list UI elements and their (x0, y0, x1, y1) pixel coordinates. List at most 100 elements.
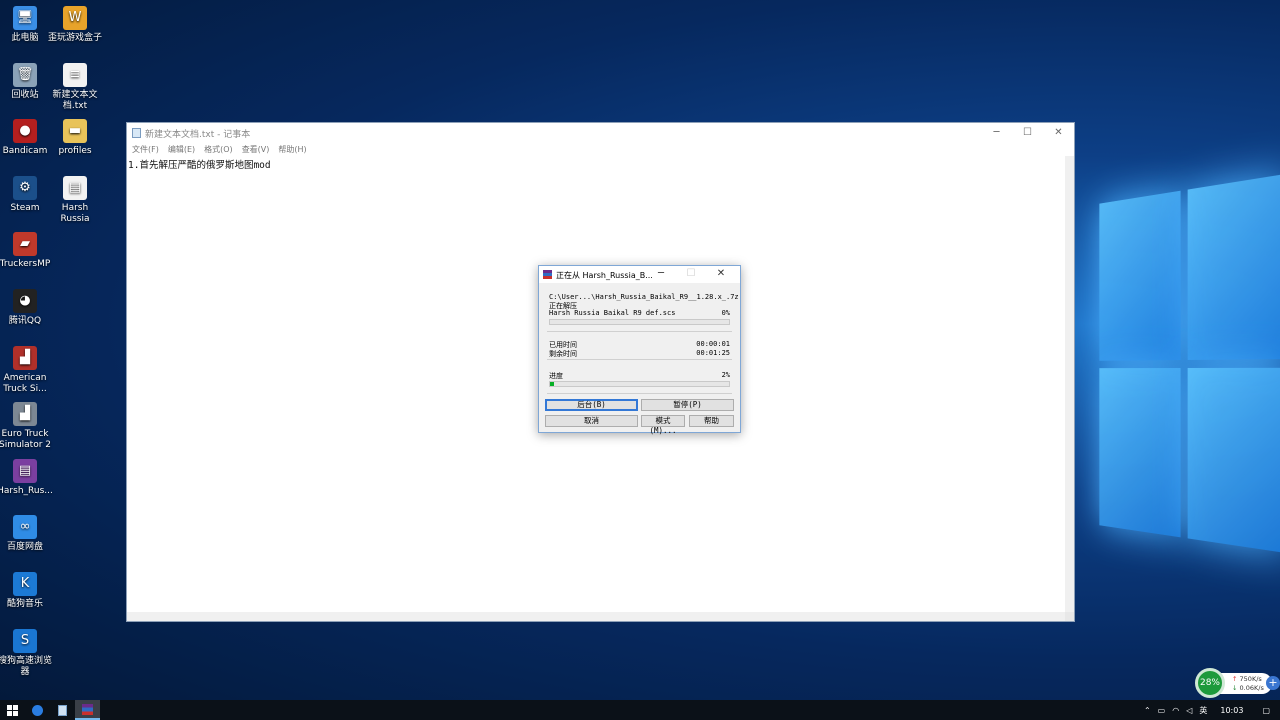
notification-icon[interactable]: ▢ (1262, 706, 1270, 715)
desktop-icon-label: Harsh Russia (60, 202, 90, 224)
desktop-icon-label: profiles (58, 146, 92, 157)
desktop-icon[interactable]: ∞ 百度网盘 (0, 515, 53, 553)
ime-indicator[interactable]: 英 (1199, 705, 1207, 716)
minimize-button[interactable]: ─ (981, 123, 1012, 142)
app-icon: ▤ (13, 458, 37, 483)
mode-button[interactable]: 模式(M)... (641, 415, 685, 435)
progress-percent: 2% (721, 371, 730, 379)
windows-start-icon (7, 704, 18, 716)
menu-edit[interactable]: 编辑(E) (168, 143, 195, 157)
winrar-icon (543, 270, 552, 279)
desktop-icon[interactable]: W 歪玩游戏盒子 (47, 6, 103, 44)
notepad-menubar: 文件(F) 编辑(E) 格式(O) 查看(V) 帮助(H) (127, 143, 1074, 157)
app-icon: ▤ (63, 175, 87, 200)
desktop-icon-label: Harsh_Rus... (0, 485, 53, 496)
menu-view[interactable]: 查看(V) (242, 143, 270, 157)
desktop-icon[interactable]: ▰ TruckersMP (0, 232, 53, 270)
desktop-icon-label: 搜狗高速浏览器 (0, 655, 52, 677)
app-icon: ▰ (13, 232, 37, 257)
notepad-titlebar[interactable]: 新建文本文档.txt - 记事本 ─ ☐ ✕ (127, 123, 1074, 142)
desktop-icon[interactable]: ▤ Harsh Russia (47, 175, 103, 225)
notepad-icon (132, 128, 141, 138)
desktop-icon-label: 歪玩游戏盒子 (47, 33, 102, 43)
dialog-maximize-button: ☐ (686, 268, 696, 279)
taskbar-browser-icon[interactable] (25, 700, 50, 720)
dialog-titlebar[interactable]: 正在从 Harsh_Russia_B... ─ ☐ ✕ (539, 266, 740, 283)
desktop-icon[interactable]: ● Bandicam (0, 119, 53, 157)
desktop-icon[interactable]: K 酷狗音乐 (0, 572, 53, 610)
tray-chevron-up-icon[interactable]: ⌃ (1144, 706, 1151, 715)
memory-percent-badge[interactable]: 28% (1195, 668, 1225, 698)
desktop-icon[interactable]: ▟ American Truck Si... (0, 345, 53, 395)
desktop-icon-label: TruckersMP (0, 259, 51, 270)
menu-file[interactable]: 文件(F) (132, 143, 159, 157)
cancel-button[interactable]: 取消 (545, 415, 638, 427)
tray-wifi-icon[interactable]: ◠ (1172, 706, 1179, 715)
desktop-icon[interactable]: ▤ Harsh_Rus... (0, 458, 53, 497)
desktop-icon-label: Steam (10, 202, 40, 213)
remaining-value: 00:01:25 (696, 349, 730, 357)
taskbar: ⌃ ▭ ◠ ◁ 英 10:03 ▢ (0, 700, 1280, 720)
divider (547, 359, 732, 360)
app-icon: W (63, 6, 87, 30)
vertical-scrollbar[interactable] (1065, 156, 1074, 612)
app-icon: ▬ (63, 119, 87, 144)
desktop-icon-label: 酷狗音乐 (6, 599, 43, 609)
close-button[interactable]: ✕ (1043, 123, 1074, 142)
pause-button[interactable]: 暂停(P) (641, 399, 734, 411)
speed-panel: ↑ 750K/s ↓ 0.06K/s (1220, 673, 1272, 694)
menu-format[interactable]: 格式(O) (204, 143, 233, 157)
help-button[interactable]: 帮助 (689, 415, 734, 427)
network-speed-widget[interactable]: ↑ 750K/s ↓ 0.06K/s 28% + (1195, 668, 1280, 698)
progress-label: 进度 (549, 372, 563, 380)
desktop-icon[interactable]: ⚙ Steam (0, 175, 53, 214)
desktop-icon[interactable]: ◕ 腾讯QQ (0, 289, 53, 327)
dialog-close-button[interactable]: ✕ (706, 266, 736, 282)
taskbar-notepad-icon[interactable] (50, 700, 75, 720)
download-speed: 0.06K/s (1239, 684, 1264, 692)
app-icon: ◕ (13, 289, 37, 313)
system-tray: ⌃ ▭ ◠ ◁ 英 10:03 ▢ (1144, 700, 1280, 720)
divider (547, 331, 732, 332)
tray-network-icon[interactable]: ▭ (1158, 706, 1166, 715)
desktop-icon-label: 回收站 (11, 89, 39, 100)
windows-logo-wallpaper (1092, 161, 1280, 579)
desktop-icon-label: 此电脑 (11, 33, 39, 43)
background-button[interactable]: 后台(B) (545, 399, 638, 411)
desktop-icon-label: American Truck Si... (3, 372, 47, 394)
horizontal-scrollbar[interactable] (127, 612, 1065, 621)
app-icon: ● (13, 119, 37, 144)
dialog-minimize-button[interactable]: ─ (646, 266, 676, 282)
app-icon: 🗑 (13, 62, 37, 87)
desktop-icon[interactable]: 🖥 此电脑 (0, 6, 53, 44)
menu-help[interactable]: 帮助(H) (278, 143, 306, 157)
desktop-icon-label: Euro Truck Simulator 2 (0, 429, 52, 451)
extraction-dialog[interactable]: 正在从 Harsh_Russia_B... ─ ☐ ✕ C:\User...\H… (538, 265, 741, 435)
start-button[interactable] (0, 700, 25, 720)
taskbar-winrar-icon[interactable] (75, 700, 100, 720)
desktop-icon-label: 百度网盘 (6, 542, 43, 553)
elapsed-value: 00:00:01 (696, 340, 730, 348)
scroll-corner (1065, 612, 1074, 621)
tray-volume-icon[interactable]: ◁ (1186, 706, 1192, 715)
total-progress-bar (549, 381, 730, 387)
app-icon: ▟ (13, 345, 37, 370)
desktop-icon[interactable]: S 搜狗高速浏览器 (0, 628, 53, 678)
app-icon: ▟ (13, 402, 37, 427)
desktop-icon[interactable]: ▬ profiles (47, 119, 103, 157)
notepad-title: 新建文本文档.txt - 记事本 (145, 130, 251, 140)
app-icon: ∞ (13, 515, 37, 540)
desktop-icon[interactable]: 🗑 回收站 (0, 62, 53, 101)
desktop-icon[interactable]: ▟ Euro Truck Simulator 2 (0, 402, 53, 451)
desktop-icon-label: 腾讯QQ (8, 316, 42, 326)
plus-icon[interactable]: + (1266, 676, 1280, 690)
app-icon: 🖥 (13, 6, 37, 30)
desktop-icon-label: Bandicam (2, 146, 48, 157)
clock[interactable]: 10:03 (1220, 706, 1243, 715)
desktop-icon[interactable]: ≡ 新建文本文档.txt (47, 62, 103, 112)
divider (547, 393, 732, 394)
desktop-icon-label: 新建文本文档.txt (52, 89, 98, 111)
file-percent: 0% (721, 309, 730, 317)
maximize-button[interactable]: ☐ (1012, 123, 1043, 142)
app-icon: K (13, 572, 37, 596)
